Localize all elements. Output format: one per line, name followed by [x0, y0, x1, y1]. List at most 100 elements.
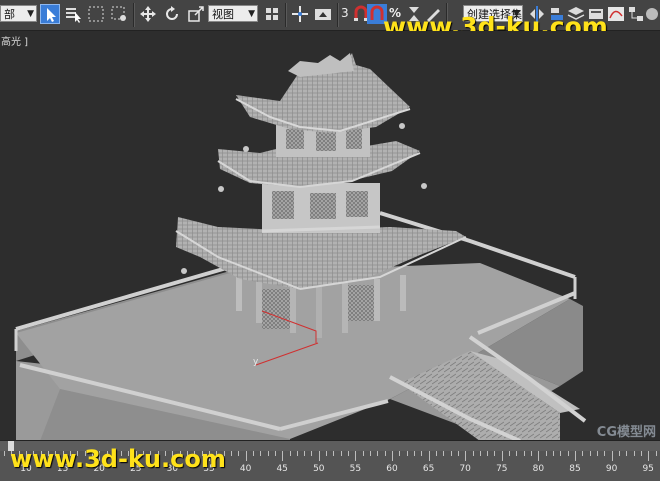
svg-text:y: y [253, 357, 259, 367]
timeline-tick [465, 451, 467, 461]
timeline-tick [252, 451, 254, 456]
material-editor-icon[interactable] [644, 4, 660, 24]
timeline-tick [582, 451, 584, 456]
timeline-tick [575, 451, 576, 461]
timeline-tick [596, 451, 598, 456]
timeline-tick [509, 451, 511, 456]
timeline-tick-label: 70 [459, 464, 471, 474]
timeline-tick [245, 451, 247, 461]
timeline-tick [260, 451, 262, 456]
pagoda-model: y [14, 53, 587, 440]
timeline-tick [611, 451, 613, 461]
timeline-tick-label: 75 [496, 464, 508, 474]
timeline-tick-label: 50 [313, 464, 325, 474]
timeline-tick [318, 451, 320, 461]
timeline-tick [304, 451, 306, 456]
timeline-tick [289, 451, 291, 456]
watermark-bottom: www.3d-ku.com [10, 445, 226, 473]
timeline-tick [282, 451, 284, 461]
timeline-tick [443, 451, 445, 456]
time-slider[interactable]: 10 15 20 25 30 35 40 45 50 55 60 65 70 75 80 85 90 95 www… [0, 440, 660, 481]
timeline-tick [479, 451, 481, 456]
timeline-tick [626, 451, 628, 456]
timeline-tick [618, 451, 620, 456]
keyboard-shortcut-icon[interactable] [313, 4, 333, 24]
viewport-shading-label[interactable]: 高光 ] [1, 33, 28, 48]
main-toolbar: 部 ▼ 视图 ▼ 3 % 创建选择集 ▼ www.3d-ku.com [0, 0, 660, 41]
timeline-tick [311, 451, 313, 456]
chevron-down-icon: ▼ [27, 9, 34, 19]
snaps-number: 3 [341, 6, 349, 20]
timeline-tick [384, 451, 386, 456]
select-object-icon[interactable] [40, 4, 60, 24]
timeline-tick [487, 451, 489, 456]
pivot-icon[interactable] [262, 4, 282, 24]
timeline-tick-label: 85 [569, 464, 581, 474]
reference-coordinate-dropdown[interactable]: 视图 ▼ [208, 5, 258, 22]
timeline-tick [428, 451, 430, 461]
timeline-tick [604, 451, 606, 456]
timeline-tick-label: 55 [349, 464, 362, 474]
rect-select-icon[interactable] [86, 4, 106, 24]
scale-icon[interactable] [186, 4, 206, 24]
window-crossing-icon[interactable] [109, 4, 129, 24]
timeline-tick [340, 451, 342, 456]
timeline-tick [435, 451, 437, 456]
timeline-tick-label: 80 [532, 464, 545, 474]
timeline-tick-label: 90 [605, 464, 618, 474]
timeline-tick [589, 451, 591, 456]
timeline-tick [538, 451, 540, 461]
timeline-tick [274, 451, 276, 456]
timeline-tick [633, 451, 635, 456]
timeline-tick [355, 451, 357, 461]
timeline-tick [238, 451, 240, 456]
chevron-down-icon: ▼ [248, 9, 255, 19]
timeline-tick-label: 95 [642, 464, 654, 474]
timeline-tick [230, 451, 232, 456]
timeline-tick [655, 451, 657, 456]
timeline-tick [399, 451, 401, 456]
timeline-tick [326, 451, 328, 456]
perspective-viewport[interactable]: 高光 ] y CG模型网 [0, 31, 660, 440]
schematic-icon[interactable] [626, 4, 646, 24]
reference-coordinate-label: 视图 [212, 8, 234, 21]
timeline-tick [472, 451, 474, 456]
timeline-tick [494, 451, 496, 456]
timeline-tick [296, 451, 298, 456]
timeline-tick-label: 65 [422, 464, 435, 474]
move-icon[interactable] [138, 4, 158, 24]
timeline-tick [348, 451, 350, 456]
timeline-tick [560, 451, 562, 456]
timeline-tick [406, 451, 408, 456]
selection-filter-dropdown[interactable]: 部 ▼ [0, 5, 37, 22]
timeline-tick-label: 45 [276, 464, 288, 474]
timeline-tick-label: 40 [239, 464, 252, 474]
timeline-tick [450, 451, 452, 456]
timeline-tick [377, 451, 379, 456]
timeline-tick [501, 451, 503, 461]
cg-logo-watermark: CG模型网 [596, 425, 656, 440]
timeline-tick [392, 451, 393, 461]
timeline-tick [648, 451, 650, 461]
timeline-tick [4, 451, 6, 456]
selection-filter-label: 部 [4, 8, 15, 21]
timeline-tick [553, 451, 555, 456]
timeline-tick [531, 451, 533, 456]
timeline-tick [523, 451, 525, 456]
select-by-name-icon[interactable] [63, 4, 83, 24]
timeline-tick [413, 451, 415, 456]
manipulate-icon[interactable] [290, 4, 310, 24]
timeline-tick [333, 451, 335, 456]
timeline-tick [567, 451, 569, 456]
curve-editor-icon[interactable] [606, 4, 626, 24]
timeline-tick [516, 451, 518, 456]
timeline-tick [370, 451, 372, 456]
timeline-tick [421, 451, 423, 456]
timeline-tick-label: 60 [386, 464, 398, 474]
timeline-tick [640, 451, 642, 456]
timeline-tick [267, 451, 269, 456]
timeline-tick [457, 451, 459, 456]
timeline-tick [362, 451, 364, 456]
timeline-tick [545, 451, 547, 456]
rotate-icon[interactable] [162, 4, 182, 24]
